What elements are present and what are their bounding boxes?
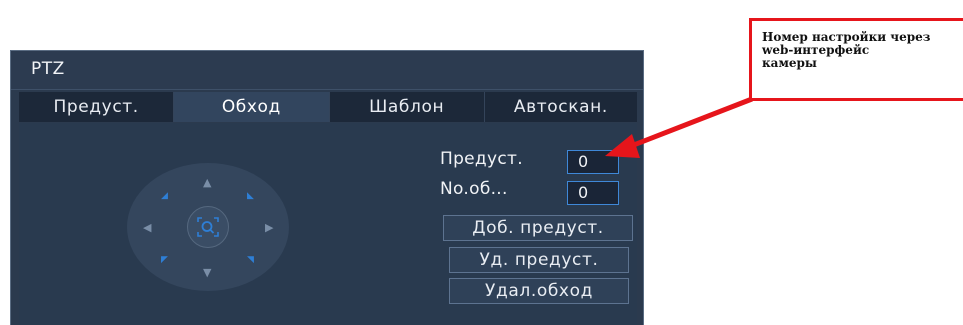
annotation-text: Номер настройки через web-интерфейс каме… — [762, 30, 931, 70]
annotation-callout: Номер настройки через web-интерфейс каме… — [749, 18, 963, 101]
